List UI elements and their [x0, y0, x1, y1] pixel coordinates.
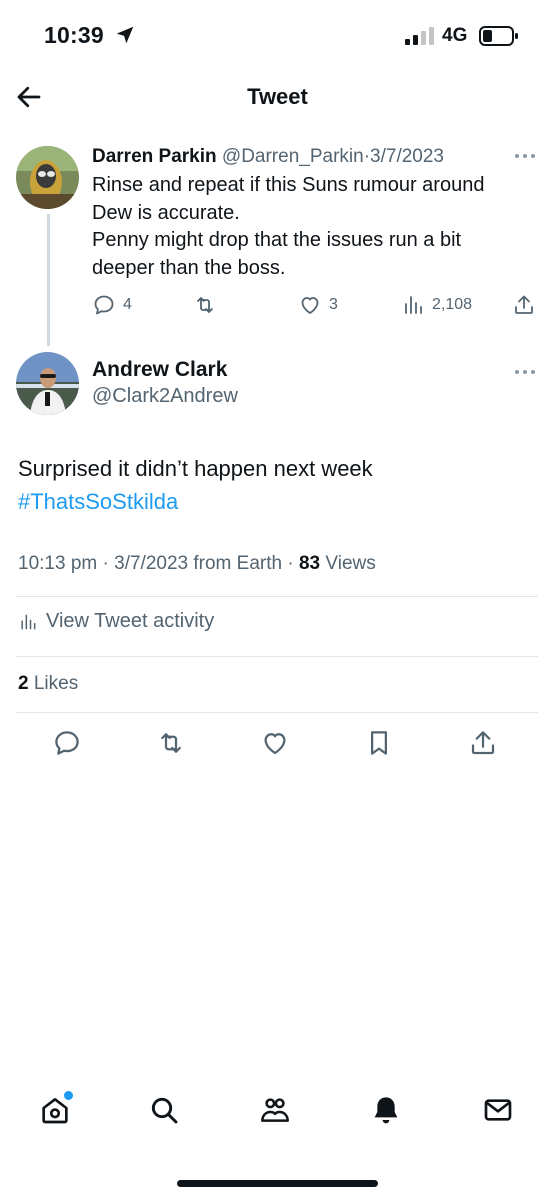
avatar-image: [16, 352, 79, 415]
likes-label: Likes: [33, 673, 79, 694]
share-button[interactable]: [468, 728, 502, 762]
tweet-date: 3/7/2023: [370, 146, 444, 167]
tweet-metadata: 10:13 pm · 3/7/2023 from Earth · 83 View…: [18, 553, 376, 575]
notification-dot: [64, 1091, 73, 1100]
more-options-icon[interactable]: [514, 152, 536, 160]
avatar[interactable]: [16, 146, 79, 209]
hashtag-link[interactable]: #ThatsSoStkilda: [18, 485, 538, 518]
main-tweet-text: Surprised it didn’t happen next week #Th…: [18, 452, 538, 518]
nav-communities[interactable]: [259, 1094, 295, 1130]
likes-count: 2: [18, 673, 29, 694]
tweet-text-line: Dew is accurate.: [92, 201, 240, 224]
separator: ·: [287, 553, 294, 574]
tweet-source: from Earth: [193, 553, 283, 574]
separator: ·: [102, 553, 109, 574]
parent-tweet-text: Rinse and repeat if this Suns rumour aro…: [92, 172, 532, 282]
like-button[interactable]: 3: [298, 290, 338, 320]
activity-label: View Tweet activity: [46, 610, 215, 632]
home-indicator: [177, 1180, 378, 1187]
share-icon: [515, 295, 533, 314]
likes-summary[interactable]: 2 Likes: [18, 673, 78, 695]
author-handle[interactable]: @Darren_Parkin: [222, 146, 364, 167]
like-button[interactable]: [260, 728, 294, 762]
status-bar: 10:39 4G: [0, 0, 555, 72]
views-button[interactable]: 2,108: [401, 290, 472, 320]
tweet-time: 10:13 pm: [18, 553, 98, 574]
like-count: 3: [329, 296, 338, 313]
tweet-text-line: deeper than the boss.: [92, 256, 286, 279]
signal-icon: [405, 27, 434, 45]
main-tweet-actions: [0, 728, 555, 762]
header: Tweet: [0, 72, 555, 128]
share-icon: [471, 731, 495, 755]
heart-icon: [264, 733, 286, 755]
location-arrow-icon: [116, 26, 134, 44]
view-tweet-activity-button[interactable]: View Tweet activity: [18, 610, 214, 633]
battery-icon: [479, 26, 518, 46]
heart-icon: [301, 297, 319, 314]
nav-notifications[interactable]: [370, 1094, 406, 1130]
parent-tweet-actions: 4 3 2,108: [92, 290, 542, 320]
reply-count: 4: [123, 296, 132, 313]
analytics-icon: [21, 614, 36, 629]
tweet-text: Surprised it didn’t happen next week: [18, 456, 373, 481]
network-label: 4G: [442, 25, 468, 46]
bookmark-button[interactable]: [364, 728, 398, 762]
analytics-icon: [405, 296, 422, 314]
views-label: Views: [325, 553, 376, 574]
notifications-icon: [374, 1097, 398, 1124]
view-count: 2,108: [432, 296, 473, 313]
author-name[interactable]: Andrew Clark: [92, 358, 227, 382]
communities-icon: [261, 1098, 289, 1122]
reply-button[interactable]: [52, 728, 86, 762]
nav-home[interactable]: [39, 1091, 75, 1130]
retweet-icon: [161, 733, 181, 753]
thread-line: [47, 214, 50, 346]
tweet-text-line: Rinse and repeat if this Suns rumour aro…: [92, 174, 485, 196]
retweet-icon: [197, 297, 213, 313]
page-title: Tweet: [247, 84, 308, 109]
divider: [16, 712, 538, 713]
avatar-image: [16, 146, 79, 209]
divider: [16, 596, 538, 597]
views-count: 83: [298, 553, 321, 574]
nav-messages[interactable]: [482, 1094, 518, 1130]
nav-search[interactable]: [148, 1094, 184, 1130]
author-handle[interactable]: @Clark2Andrew: [92, 385, 238, 408]
retweet-button[interactable]: [156, 728, 190, 762]
status-time: 10:39: [44, 22, 104, 48]
reply-icon: [55, 731, 79, 755]
messages-icon: [484, 1099, 512, 1121]
retweet-button[interactable]: [193, 290, 217, 320]
bottom-nav: [0, 1091, 555, 1140]
share-button[interactable]: [512, 290, 536, 320]
bookmark-icon: [371, 731, 387, 755]
avatar[interactable]: [16, 352, 79, 415]
reply-icon: [94, 295, 114, 315]
parent-tweet-header: Darren Parkin @Darren_Parkin·3/7/2023: [92, 146, 512, 168]
reply-button[interactable]: 4: [92, 290, 132, 320]
divider: [16, 656, 538, 657]
more-options-icon[interactable]: [514, 368, 536, 376]
author-name[interactable]: Darren Parkin: [92, 146, 217, 167]
tweet-text-line: Penny might drop that the issues run a b…: [92, 229, 462, 251]
search-icon: [151, 1097, 178, 1124]
tweet-date: 3/7/2023: [114, 553, 189, 574]
